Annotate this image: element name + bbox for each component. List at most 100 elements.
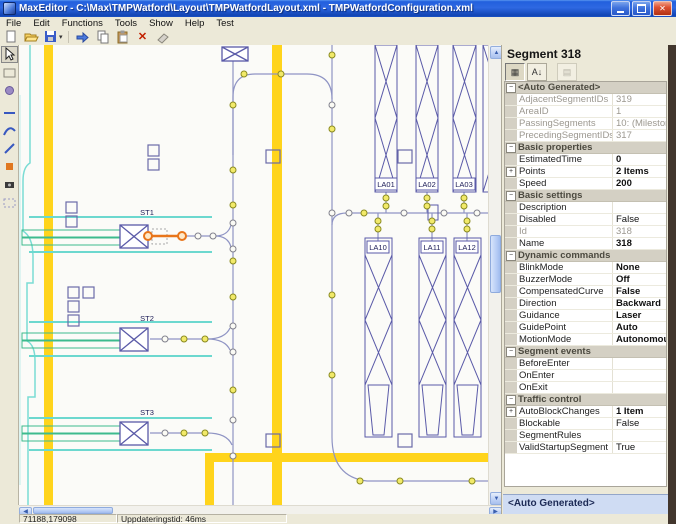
save-dropdown-arrow[interactable]: ▾ xyxy=(59,33,63,41)
select-tool-button[interactable] xyxy=(1,46,18,63)
collapse-icon[interactable]: − xyxy=(506,191,516,201)
save-button[interactable] xyxy=(42,30,60,45)
category-basic-settings[interactable]: −Basic settings xyxy=(505,190,666,202)
property-grid-toolbar: ▦ A↓ ▤ xyxy=(505,63,577,81)
property-row[interactable]: +AutoBlockChanges1 Item xyxy=(505,406,666,418)
layout-canvas-viewport[interactable]: ST1 ST2 ST3 LA01 LA02 LA03 LA10 LA11 LA1… xyxy=(19,45,488,505)
drawing-tool-palette xyxy=(0,45,19,505)
property-row[interactable]: SegmentRules xyxy=(505,430,666,442)
rack-label-la03: LA03 xyxy=(455,180,473,189)
menu-file[interactable]: File xyxy=(0,18,27,29)
property-row[interactable]: ValidStartupSegmentTrue xyxy=(505,442,666,454)
expand-icon[interactable]: + xyxy=(506,167,516,177)
property-row[interactable]: DisabledFalse xyxy=(505,214,666,226)
copy-icon xyxy=(95,29,111,45)
property-row[interactable]: DirectionBackward xyxy=(505,298,666,310)
menu-functions[interactable]: Functions xyxy=(56,18,109,29)
property-row[interactable]: GuidePointAuto xyxy=(505,322,666,334)
property-row[interactable]: OnEnter xyxy=(505,370,666,382)
vertical-scroll-thumb[interactable] xyxy=(490,235,501,293)
collapse-icon[interactable]: − xyxy=(506,347,516,357)
curve-segment-tool-button[interactable] xyxy=(1,122,18,139)
rack-rows-top xyxy=(375,45,488,192)
rack-rows-bottom xyxy=(365,238,481,437)
property-row[interactable]: BlockableFalse xyxy=(505,418,666,430)
property-row[interactable]: BuzzerModeOff xyxy=(505,274,666,286)
categorized-view-button[interactable]: ▦ xyxy=(505,63,525,81)
property-row[interactable]: GuidanceLaser xyxy=(505,310,666,322)
waypoint-nodes[interactable] xyxy=(162,102,480,459)
rack-label-la01: LA01 xyxy=(377,180,395,189)
property-row[interactable]: CompensatedCurveFalse xyxy=(505,286,666,298)
open-folder-icon xyxy=(23,29,39,45)
category-basic-properties[interactable]: −Basic properties xyxy=(505,142,666,154)
paste-button[interactable] xyxy=(114,30,132,45)
category-traffic-control[interactable]: −Traffic control xyxy=(505,394,666,406)
point-icon xyxy=(2,159,17,174)
application-window: MaxEditor - C:\Max\TMPWatford\Layout\TMP… xyxy=(0,0,676,524)
straight-line-icon xyxy=(2,105,17,120)
property-row[interactable]: AdjacentSegmentIDs319 xyxy=(505,94,666,106)
import-button[interactable] xyxy=(74,30,92,45)
canvas-labels: ST1 ST2 ST3 LA01 LA02 LA03 LA10 LA11 LA1… xyxy=(140,180,476,417)
copy-button[interactable] xyxy=(94,30,112,45)
property-panel-title: Segment 318 xyxy=(507,47,581,61)
minimize-button[interactable] xyxy=(611,1,630,16)
new-file-button[interactable] xyxy=(2,30,20,45)
property-row[interactable]: Name318 xyxy=(505,238,666,250)
collapse-icon[interactable]: − xyxy=(506,251,516,261)
rack-label-la11: LA11 xyxy=(424,243,441,252)
app-icon xyxy=(3,2,16,15)
property-pages-button[interactable]: ▤ xyxy=(557,63,577,81)
layout-drawing[interactable]: ST1 ST2 ST3 LA01 LA02 LA03 LA10 LA11 LA1… xyxy=(19,45,488,505)
point-tool-button[interactable] xyxy=(1,158,18,175)
property-row[interactable]: BeforeEnter xyxy=(505,358,666,370)
property-row[interactable]: AreaID1 xyxy=(505,106,666,118)
property-row[interactable]: Description xyxy=(505,202,666,214)
maximize-button[interactable] xyxy=(632,1,651,16)
milestone-nodes[interactable] xyxy=(181,52,475,484)
rectangle-tool-button[interactable] xyxy=(1,64,18,81)
station-label-st1: ST1 xyxy=(140,208,154,217)
horizontal-scroll-thumb[interactable] xyxy=(33,507,113,514)
property-row[interactable]: Id318 xyxy=(505,226,666,238)
property-row[interactable]: OnExit xyxy=(505,382,666,394)
help-splitter[interactable] xyxy=(502,487,669,494)
collapse-icon[interactable]: − xyxy=(506,395,516,405)
close-button[interactable]: ✕ xyxy=(653,1,672,16)
station-label-st2: ST2 xyxy=(140,314,154,323)
property-row[interactable]: BlinkModeNone xyxy=(505,262,666,274)
straight-segment-tool-button[interactable] xyxy=(1,104,18,121)
expand-icon[interactable]: + xyxy=(506,407,516,417)
property-row[interactable]: MotionModeAutonomous xyxy=(505,334,666,346)
property-row[interactable]: Speed200 xyxy=(505,178,666,190)
alphabetical-view-button[interactable]: A↓ xyxy=(527,63,547,81)
area-tool-button[interactable] xyxy=(1,194,18,211)
property-row[interactable]: PassingSegments10: (Milestone 1104 mm( xyxy=(505,118,666,130)
open-file-button[interactable] xyxy=(22,30,40,45)
menu-show[interactable]: Show xyxy=(143,18,179,29)
diagonal-segment-tool-button[interactable] xyxy=(1,140,18,157)
menu-tools[interactable]: Tools xyxy=(109,18,143,29)
pan-tool-button[interactable] xyxy=(1,82,18,99)
conveyor-shapes xyxy=(22,230,132,441)
canvas-vertical-scrollbar[interactable]: ▲ ▼ xyxy=(488,45,501,505)
station-tool-button[interactable] xyxy=(1,176,18,193)
eraser-button[interactable] xyxy=(154,30,172,45)
category-dynamic-commands[interactable]: −Dynamic commands xyxy=(505,250,666,262)
collapse-icon[interactable]: − xyxy=(506,83,516,93)
delete-button[interactable]: ✕ xyxy=(134,30,152,45)
property-row[interactable]: EstimatedTime0 xyxy=(505,154,666,166)
menu-test[interactable]: Test xyxy=(210,18,239,29)
menu-help[interactable]: Help xyxy=(179,18,211,29)
station-boxes[interactable] xyxy=(120,47,248,445)
property-grid[interactable]: −<Auto Generated> AdjacentSegmentIDs319 … xyxy=(504,81,667,487)
property-row[interactable]: PrecedingSegmentIDs317 xyxy=(505,130,666,142)
category-segment-events[interactable]: −Segment events xyxy=(505,346,666,358)
collapse-icon[interactable]: − xyxy=(506,143,516,153)
property-row[interactable]: +Points2 Items xyxy=(505,166,666,178)
category-auto-generated[interactable]: −<Auto Generated> xyxy=(505,82,666,94)
canvas-horizontal-scrollbar[interactable]: ◀ ▶ xyxy=(19,505,501,514)
menu-edit[interactable]: Edit xyxy=(27,18,55,29)
title-bar[interactable]: MaxEditor - C:\Max\TMPWatford\Layout\TMP… xyxy=(0,0,676,17)
